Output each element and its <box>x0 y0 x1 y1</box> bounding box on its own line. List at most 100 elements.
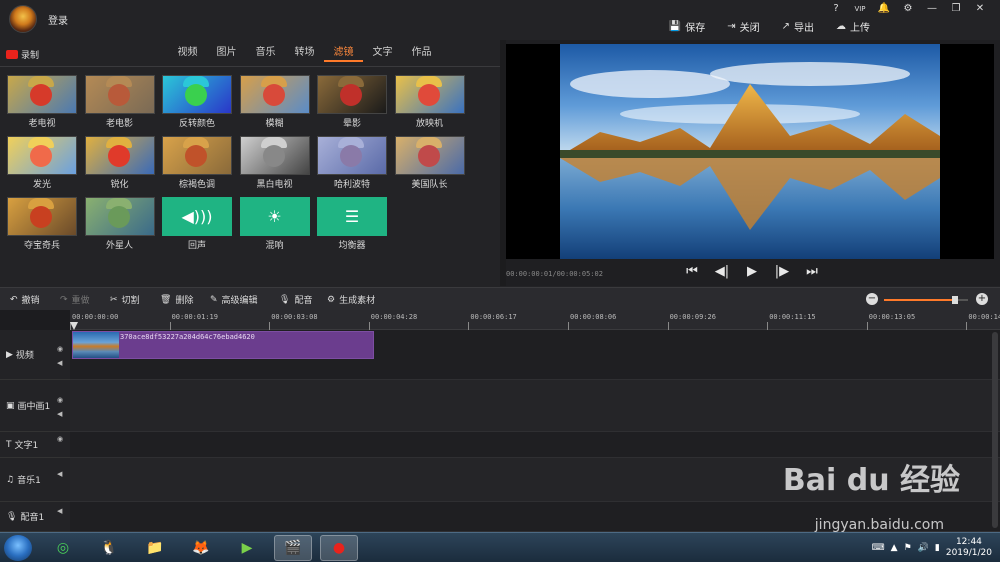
qq-icon[interactable]: 🐧 <box>90 535 128 561</box>
filter-tile[interactable]: 美国队长 <box>394 136 465 190</box>
tool-mic-button[interactable]: 🎙 配音 <box>279 293 312 307</box>
flag-icon[interactable]: ⚑ <box>904 543 912 553</box>
track-toggles: ◀ <box>57 470 67 478</box>
track-header[interactable]: ▣ 画中画1 ◉ ◀ <box>0 380 70 432</box>
video-clip[interactable]: 370ace8df53227a204d64c76ebad4620 <box>72 331 374 359</box>
filter-tile[interactable]: 棕褐色调 <box>162 136 232 190</box>
tool-redo-button[interactable]: ↷ 重做 <box>60 293 90 307</box>
filter-tile[interactable]: 放映机 <box>394 75 465 129</box>
tool-pen-button[interactable]: ✎ 高级编辑 <box>210 293 258 307</box>
tab-5[interactable]: 文字 <box>363 46 402 62</box>
tab-4[interactable]: 滤镜 <box>324 46 363 62</box>
tool-scissors-button[interactable]: ✂ 切割 <box>110 293 140 307</box>
tab-3[interactable]: 转场 <box>285 46 324 62</box>
step-back-icon[interactable]: ◀| <box>714 264 730 279</box>
filter-tile[interactable]: 老电视 <box>7 75 77 129</box>
upload-button[interactable]: ☁ 上传 <box>836 18 870 34</box>
filter-tile[interactable]: 黑白电视 <box>239 136 310 190</box>
mute-icon[interactable]: ◀ <box>57 507 67 515</box>
gear-icon[interactable]: ⚙ <box>896 2 920 16</box>
bell-icon[interactable]: 🔔 <box>872 2 896 16</box>
media-player-icon[interactable]: ▶ <box>228 535 266 561</box>
tool-film-reel-button[interactable]: ⚙ 生成素材 <box>327 293 375 307</box>
zoom-out-button[interactable]: − <box>866 293 878 305</box>
screen-recorder-icon[interactable]: ● <box>320 535 358 561</box>
file-explorer-icon[interactable]: 📁 <box>136 535 174 561</box>
360-browser-icon[interactable]: ◎ <box>44 535 82 561</box>
record-button[interactable]: 录制 <box>6 47 48 61</box>
video-editor-icon[interactable]: 🎬 <box>274 535 312 561</box>
filter-thumbnail <box>162 136 232 175</box>
tab-6[interactable]: 作品 <box>402 46 441 62</box>
keyboard-icon[interactable]: ⌨ <box>872 543 885 553</box>
filter-tile[interactable]: 模糊 <box>239 75 310 129</box>
filter-tile[interactable]: 反转颜色 <box>162 75 232 129</box>
zoom-in-button[interactable]: + <box>976 293 988 305</box>
ruler-tick <box>568 322 569 330</box>
watermark-url: jingyan.baidu.com <box>814 517 944 533</box>
filter-label: 放映机 <box>415 119 443 129</box>
timeline-scrollbar[interactable] <box>992 332 998 528</box>
export-button[interactable]: ↗ 导出 <box>782 18 814 34</box>
avatar[interactable] <box>9 5 37 33</box>
close-button[interactable]: ✕ <box>968 2 992 16</box>
tab-0[interactable]: 视频 <box>168 46 207 62</box>
track-label: 音乐1 <box>17 476 41 486</box>
step-forward-icon[interactable]: |▶ <box>774 264 790 279</box>
mute-icon[interactable]: ◀ <box>57 470 67 478</box>
firefox-icon[interactable]: 🦊 <box>182 535 220 561</box>
track-header[interactable]: ▶ 视频 ◉ ◀ <box>0 330 70 380</box>
filter-tile[interactable]: 晕影 <box>317 75 387 129</box>
track-lane[interactable] <box>70 380 1000 432</box>
zoom-track[interactable] <box>884 296 968 304</box>
zoom-slider[interactable]: − + <box>866 293 988 307</box>
filter-tile[interactable]: 哈利波特 <box>317 136 387 190</box>
audio-filter-tile[interactable]: ◀))) 回声 <box>162 197 232 251</box>
minimize-button[interactable]: — <box>920 2 944 16</box>
tab-1[interactable]: 图片 <box>207 46 246 62</box>
tab-2[interactable]: 音乐 <box>246 46 285 62</box>
upload-icon: ☁ <box>836 20 846 32</box>
time-ruler[interactable]: 00:00:00:00 00:00:01:19 00:00:03:08 00:00:0… <box>70 310 1000 330</box>
help-button[interactable]: ? <box>824 2 848 16</box>
ruler-tick <box>269 322 271 330</box>
filter-tile[interactable]: 夺宝奇兵 <box>7 197 77 251</box>
tool-trash-button[interactable]: 🗑 删除 <box>160 293 193 307</box>
playhead[interactable] <box>70 322 78 330</box>
track-header[interactable]: ♫ 音乐1 ◀ <box>0 458 70 502</box>
preview-screen[interactable] <box>506 44 994 259</box>
visibility-icon[interactable]: ◉ <box>57 345 67 353</box>
filter-label: 晕影 <box>342 119 361 129</box>
filter-tile[interactable]: 发光 <box>7 136 77 190</box>
system-tray: ⌨ ▲ ⚑ 🔊 ▮ 12:44 2019/1/20 <box>872 536 992 560</box>
zoom-handle[interactable] <box>952 296 959 304</box>
filter-tile[interactable]: 锐化 <box>84 136 155 190</box>
restore-button[interactable]: ❐ <box>944 2 968 16</box>
login-link[interactable]: 登录 <box>48 12 68 27</box>
network-icon[interactable]: ▮ <box>935 543 940 553</box>
preview-panel: 00:00:00:01/00:00:05:02 ⏮ ◀| ▶ |▶ ⏭ <box>506 40 1000 286</box>
close-project-button[interactable]: ⇥ 关闭 <box>727 18 759 34</box>
filter-thumbnail <box>317 136 387 175</box>
play-icon[interactable]: ▶ <box>744 264 760 279</box>
start-button[interactable] <box>4 535 32 561</box>
mute-icon[interactable]: ◀ <box>57 359 67 367</box>
clock[interactable]: 12:44 2019/1/20 <box>946 537 992 559</box>
tool-undo-button[interactable]: ↶ 撤销 <box>10 293 40 307</box>
save-button[interactable]: 💾 保存 <box>669 18 705 34</box>
filter-tile[interactable]: 老电影 <box>84 75 155 129</box>
arrow-up-icon[interactable]: ▲ <box>891 543 898 553</box>
skip-start-icon[interactable]: ⏮ <box>684 264 700 279</box>
skip-end-icon[interactable]: ⏭ <box>804 264 820 279</box>
mute-icon[interactable]: ◀ <box>57 410 67 418</box>
vip-icon[interactable]: VIP <box>848 2 872 16</box>
track-header[interactable]: 🎙 配音1 ◀ <box>0 502 70 532</box>
volume-icon[interactable]: 🔊 <box>918 543 929 553</box>
audio-filter-tile[interactable]: ☀ 混响 <box>239 197 310 251</box>
track-lane[interactable]: 370ace8df53227a204d64c76ebad4620 <box>70 330 1000 380</box>
track-header[interactable]: T 文字1 ◉ <box>0 432 70 458</box>
visibility-icon[interactable]: ◉ <box>57 396 67 404</box>
filter-tile[interactable]: 外星人 <box>84 197 155 251</box>
audio-filter-tile[interactable]: ☰ 均衡器 <box>317 197 387 251</box>
visibility-icon[interactable]: ◉ <box>57 435 67 443</box>
